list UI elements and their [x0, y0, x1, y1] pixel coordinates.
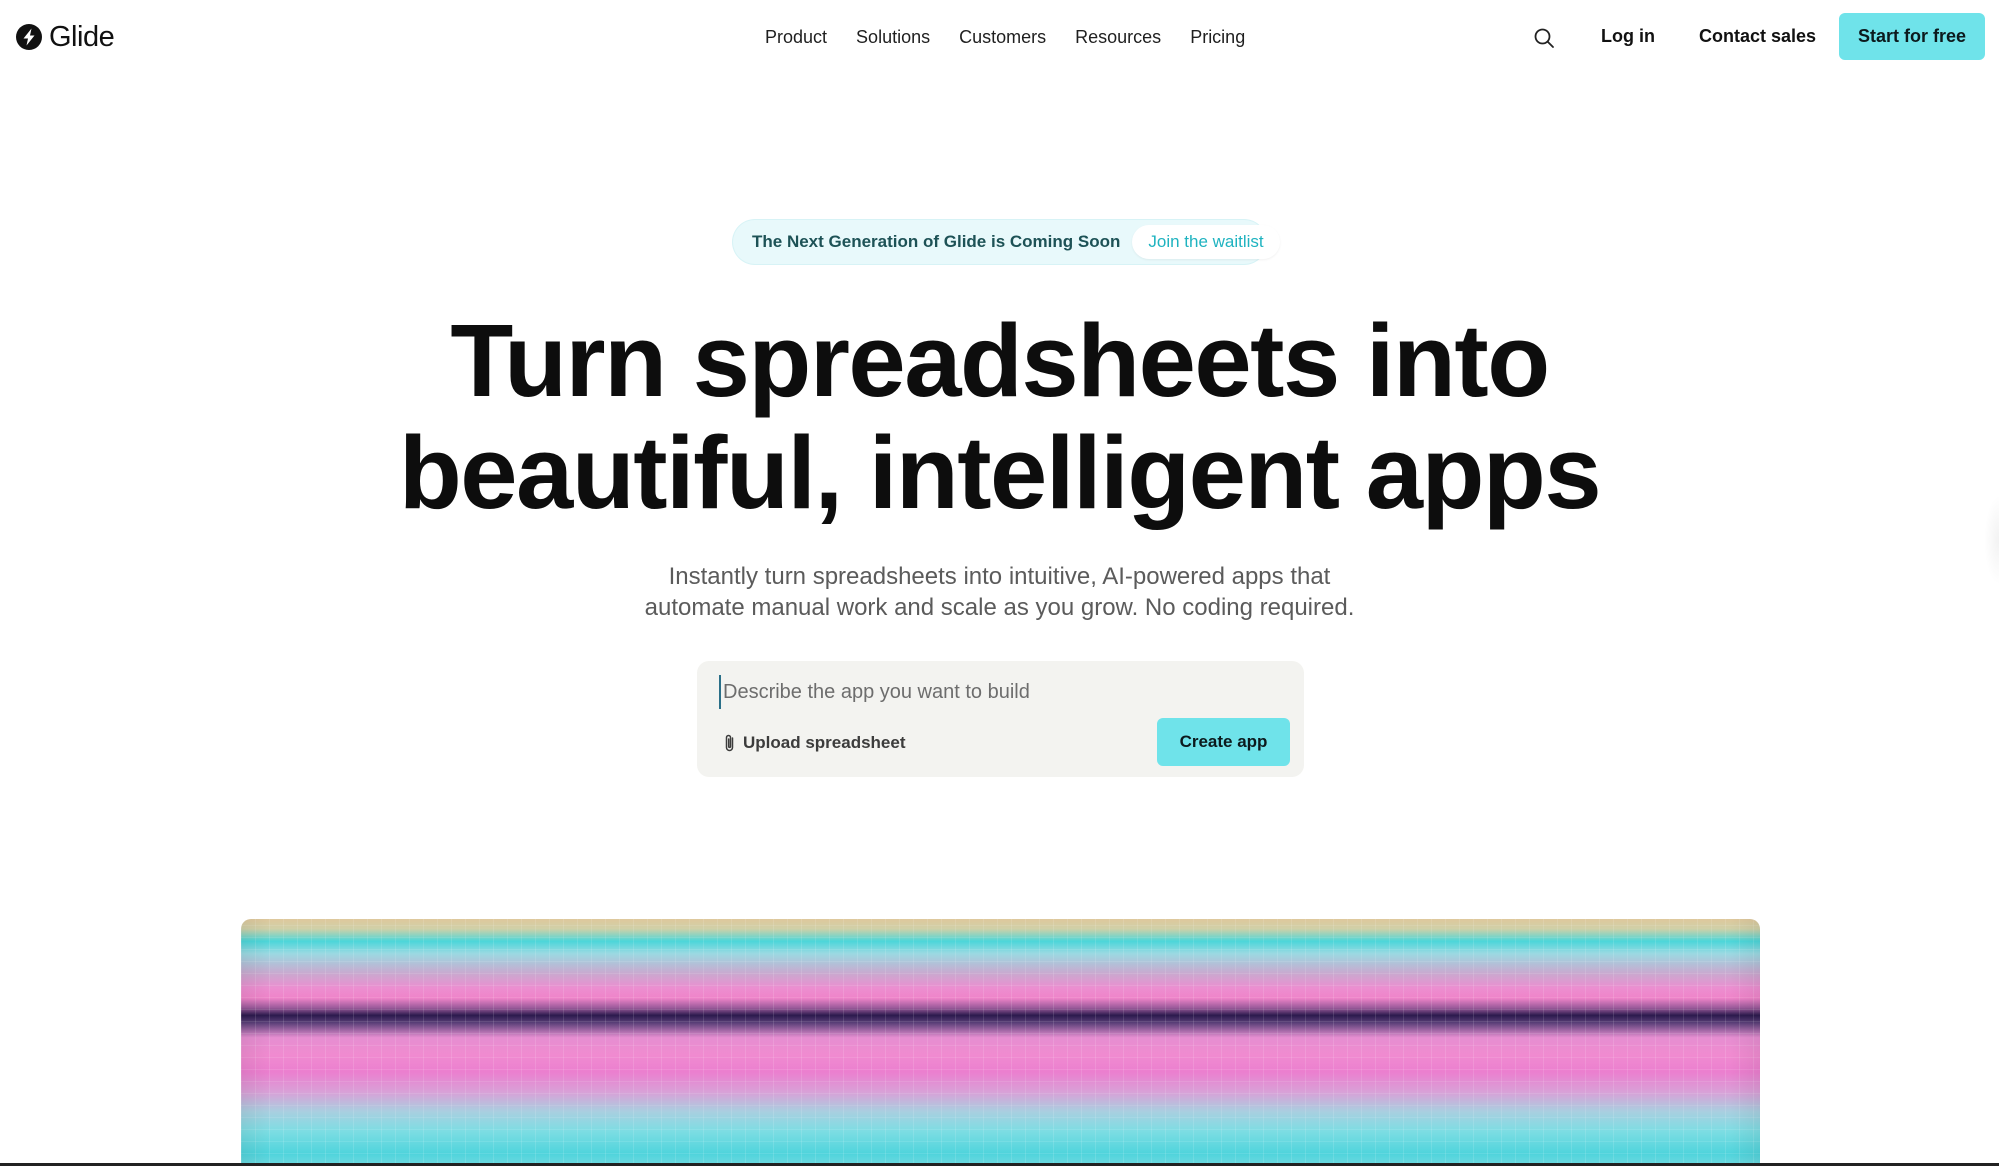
hero-subtitle-line-2: automate manual work and scale as you gr… [644, 594, 1355, 621]
nav-pricing[interactable]: Pricing [1190, 27, 1245, 48]
hero-title: Turn spreadsheets into beautiful, intell… [0, 305, 1999, 529]
preview-shade-left [241, 919, 271, 1166]
upload-spreadsheet-label: Upload spreadsheet [743, 733, 906, 752]
announcement-text: The Next Generation of Glide is Coming S… [752, 232, 1121, 251]
hero-preview-image [241, 919, 1760, 1166]
logo-text: Glide [49, 20, 115, 53]
site-header: Glide Product Solutions Customers Resour… [0, 0, 1999, 74]
start-for-free-button[interactable]: Start for free [1839, 13, 1985, 60]
app-prompt-box: Upload spreadsheet Create app [697, 661, 1304, 777]
join-waitlist-link[interactable]: Join the waitlist [1132, 225, 1280, 259]
glide-logo[interactable]: Glide [15, 20, 115, 54]
hero-title-line-1: Turn spreadsheets into [450, 303, 1550, 418]
main-nav: Product Solutions Customers Resources Pr… [765, 24, 1245, 50]
edge-shadow [1984, 495, 1999, 585]
nav-resources[interactable]: Resources [1075, 27, 1161, 48]
upload-spreadsheet-button[interactable]: Upload spreadsheet [723, 730, 906, 756]
hero-subtitle: Instantly turn spreadsheets into intuiti… [0, 561, 1999, 623]
search-icon [1534, 28, 1554, 48]
nav-customers[interactable]: Customers [959, 27, 1046, 48]
contact-sales-link[interactable]: Contact sales [1699, 26, 1816, 47]
search-button[interactable] [1530, 24, 1558, 52]
login-link[interactable]: Log in [1601, 26, 1655, 47]
preview-grid-overlay [241, 919, 1760, 1166]
announcement-banner: The Next Generation of Glide is Coming S… [733, 220, 1280, 264]
glide-logo-icon [16, 24, 42, 50]
app-description-input[interactable] [719, 675, 1279, 709]
hero-title-line-2: beautiful, intelligent apps [398, 415, 1602, 530]
nav-solutions[interactable]: Solutions [856, 27, 930, 48]
create-app-button[interactable]: Create app [1157, 718, 1290, 766]
hero-subtitle-line-1: Instantly turn spreadsheets into intuiti… [668, 563, 1331, 590]
paperclip-icon [725, 734, 734, 752]
preview-shade-right [1730, 919, 1760, 1166]
nav-product[interactable]: Product [765, 27, 827, 48]
